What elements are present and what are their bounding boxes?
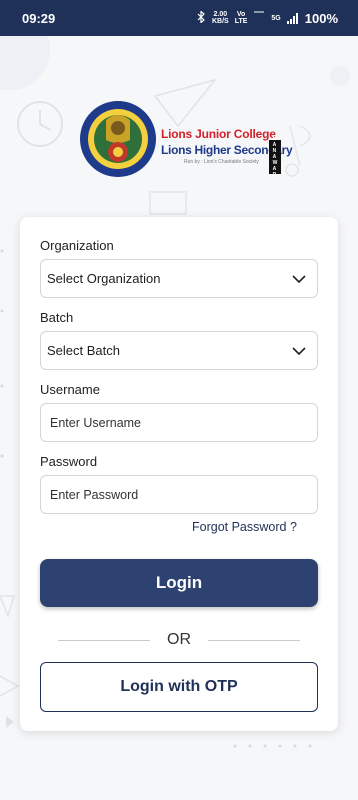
signal-icon xyxy=(286,12,299,24)
login-with-otp-button[interactable]: Login with OTP xyxy=(40,662,318,712)
batch-label: Batch xyxy=(40,310,74,325)
logo-line1: Lions Junior College xyxy=(161,127,276,141)
password-label: Password xyxy=(40,454,98,469)
volte-indicator: Vo LTE xyxy=(234,11,248,25)
password-input[interactable]: Enter Password xyxy=(40,475,318,514)
wifi-icon xyxy=(253,11,265,25)
divider-line-right xyxy=(208,639,300,641)
login-card: Organization Select Organization Batch S… xyxy=(20,217,338,731)
net-speed-unit: KB/S xyxy=(211,18,229,25)
login-button[interactable]: Login xyxy=(40,559,318,607)
school-emblem-icon xyxy=(80,101,156,177)
net-speed: 2.00 KB/S xyxy=(212,11,229,25)
chevron-down-icon xyxy=(292,347,306,356)
forgot-password-link[interactable]: Forgot Password ? xyxy=(192,520,297,534)
batch-select[interactable]: Select Batch xyxy=(40,331,318,370)
or-divider: OR xyxy=(58,631,300,649)
username-placeholder: Enter Username xyxy=(50,415,142,430)
batch-select-value: Select Batch xyxy=(47,343,120,358)
password-placeholder: Enter Password xyxy=(50,487,139,502)
school-logo: Lions Junior College Lions Higher Second… xyxy=(78,100,293,178)
username-label: Username xyxy=(40,382,100,397)
bluetooth-icon xyxy=(197,9,206,26)
status-bar: 09:29 2.00 KB/S Vo LTE 5G 100% xyxy=(0,0,358,36)
organization-select-value: Select Organization xyxy=(47,271,161,286)
status-icons: 2.00 KB/S Vo LTE 5G 100% xyxy=(197,9,338,26)
logo-line3: Run by : Lion's Charitable Society xyxy=(184,159,259,165)
net-speed-value: 2.00 xyxy=(213,11,228,18)
battery-percentage: 100% xyxy=(304,10,338,26)
or-text: OR xyxy=(167,631,191,648)
status-time: 09:29 xyxy=(22,10,56,26)
organization-label: Organization xyxy=(40,238,114,253)
organization-select[interactable]: Select Organization xyxy=(40,259,318,298)
network-type: 5G xyxy=(271,14,281,22)
username-input[interactable]: Enter Username xyxy=(40,403,318,442)
divider-line-left xyxy=(58,639,150,641)
logo-vertical-text: MANAWAR xyxy=(269,136,281,178)
chevron-down-icon xyxy=(292,275,306,284)
